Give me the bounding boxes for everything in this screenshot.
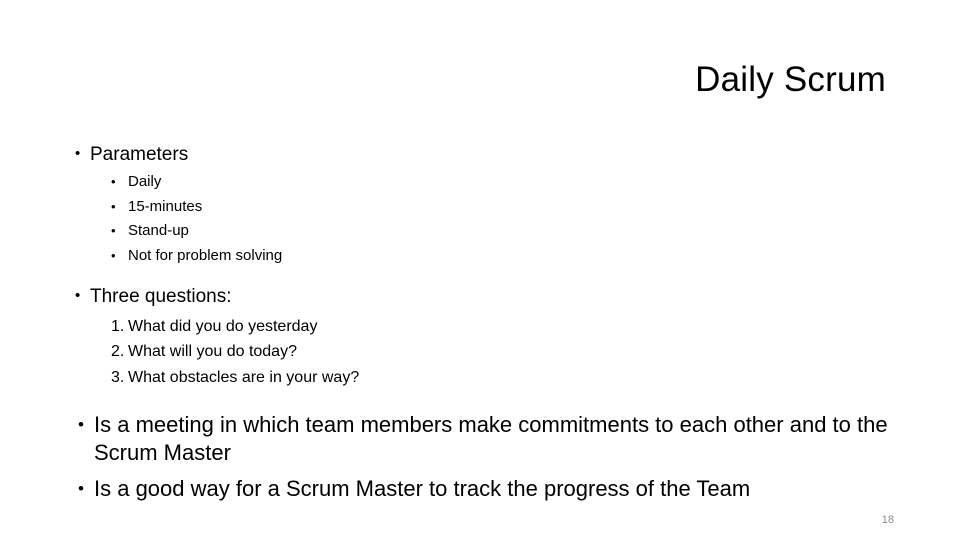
bullet-point-icon: • (75, 287, 81, 305)
statement-item: • Is a meeting in which team members mak… (64, 411, 894, 466)
slide: Daily Scrum • Parameters • Daily • 15-mi… (0, 0, 960, 540)
slide-title: Daily Scrum (695, 60, 886, 99)
bullet-three-questions: • Three questions: (64, 284, 894, 309)
list-item: • Stand-up (64, 219, 894, 244)
list-item: 1. What did you do yesterday (64, 314, 894, 340)
list-item: • Not for problem solving (64, 244, 894, 269)
list-item-label: What will you do today? (128, 343, 297, 361)
statements-section: • Is a meeting in which team members mak… (64, 411, 894, 502)
three-questions-section: • Three questions: 1. What did you do ye… (64, 284, 894, 390)
bullet-parameters: • Parameters (64, 142, 894, 167)
list-item: • Daily (64, 170, 894, 195)
list-item-number: 1. (111, 317, 125, 335)
three-questions-numbered-list: 1. What did you do yesterday 2. What wil… (64, 314, 894, 391)
list-item: 2. What will you do today? (64, 339, 894, 365)
bullet-point-icon: • (78, 415, 84, 435)
bullet-point-icon: • (111, 174, 116, 190)
bullet-point-icon: • (111, 198, 116, 214)
list-item: • 15-minutes (64, 195, 894, 220)
list-item-label: What did you do yesterday (128, 317, 318, 335)
list-item-label: 15-minutes (128, 197, 203, 215)
bullet-point-icon: • (111, 247, 116, 263)
list-item: 3. What obstacles are in your way? (64, 365, 894, 391)
page-number: 18 (881, 514, 894, 526)
bullet-three-questions-label: Three questions: (90, 286, 232, 308)
list-item-label: Daily (128, 173, 162, 191)
statement-item: • Is a good way for a Scrum Master to tr… (64, 475, 894, 503)
list-item-number: 3. (111, 368, 125, 386)
statement-label: Is a good way for a Scrum Master to trac… (94, 475, 751, 501)
bullet-parameters-label: Parameters (90, 144, 189, 165)
list-item-label: Stand-up (128, 222, 189, 240)
statement-label: Is a meeting in which team members make … (94, 412, 888, 466)
list-item-label: Not for problem solving (128, 246, 283, 264)
bullet-point-icon: • (78, 478, 84, 498)
parameters-sublist: • Daily • 15-minutes • Stand-up • Not fo… (64, 170, 894, 268)
slide-body: • Parameters • Daily • 15-minutes • Stan… (64, 142, 894, 502)
bullet-point-icon: • (75, 145, 81, 162)
list-item-number: 2. (111, 343, 125, 361)
list-item-label: What obstacles are in your way? (128, 368, 360, 386)
parameters-section: • Parameters • Daily • 15-minutes • Stan… (64, 142, 894, 268)
bullet-point-icon: • (111, 223, 116, 239)
